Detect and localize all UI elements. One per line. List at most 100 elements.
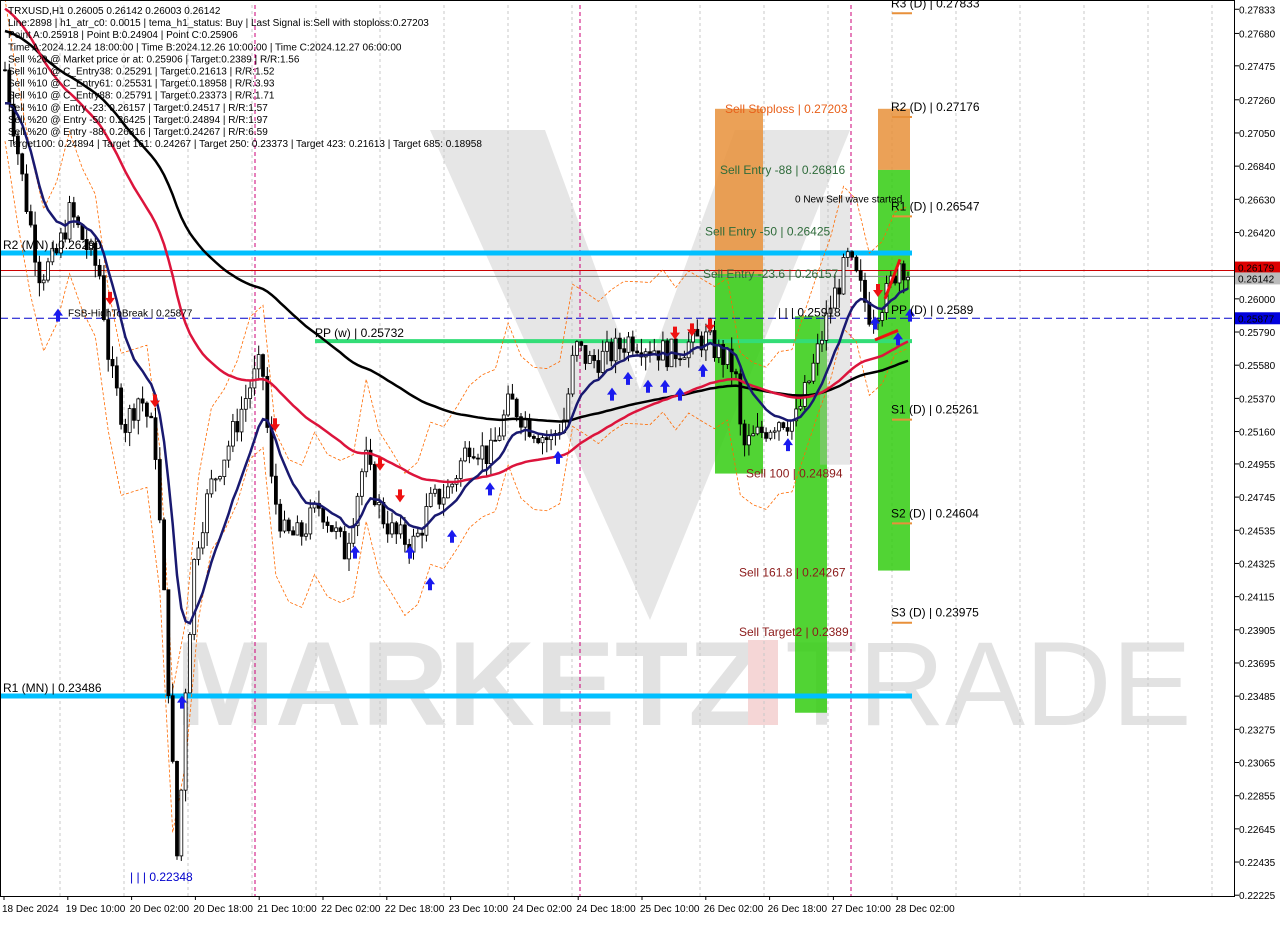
candle-body xyxy=(841,257,846,295)
x-tick-label: 22 Dec 02:00 xyxy=(321,904,381,915)
candle-body xyxy=(28,211,33,226)
candle-body xyxy=(751,433,756,437)
candle-body xyxy=(415,532,420,537)
header-line: Sell %20 @ Entry -50: 0.26425 | Target:0… xyxy=(8,115,268,126)
candle-body xyxy=(682,357,687,360)
y-tick-label: 0.23275 xyxy=(1239,725,1276,736)
level-label: R3 (D) | 0.27833 xyxy=(891,0,980,10)
candle-body xyxy=(196,547,201,560)
candle-body xyxy=(678,358,682,361)
candle-body xyxy=(463,447,468,462)
candle-body xyxy=(820,339,824,345)
candle-body xyxy=(213,478,218,481)
level-label: PP (D) | 0.2589 xyxy=(891,303,974,317)
candle-body xyxy=(402,524,407,545)
candle-body xyxy=(467,447,472,458)
y-tick-label: 0.24955 xyxy=(1239,460,1276,471)
candle-body xyxy=(304,533,308,537)
header-line: Sell %10 @ C_Entry88: 0.25791 | Target:0… xyxy=(8,91,275,102)
candle-body xyxy=(630,336,635,352)
candle-body xyxy=(764,432,768,439)
candle-body xyxy=(583,345,588,364)
sell-level-label: Sell Entry -23.6 | 0.26157 xyxy=(703,267,839,281)
candle-body xyxy=(256,354,261,370)
y-tick-label: 0.24115 xyxy=(1239,593,1275,604)
level-label: FSB-HighToBreak | 0.25877 xyxy=(68,308,193,319)
candle-body xyxy=(514,398,519,418)
level-label: R2 (MN) | 0.26290 xyxy=(3,238,102,252)
candle-body xyxy=(798,405,803,410)
candle-body xyxy=(248,387,253,399)
candle-body xyxy=(192,559,197,635)
candle-body xyxy=(200,532,205,549)
candle-body xyxy=(725,348,730,365)
header-line: Target100: 0.24894 | Target 161: 0.24267… xyxy=(8,139,482,150)
candle-body xyxy=(686,341,691,359)
y-tick-label: 0.23905 xyxy=(1239,626,1276,637)
candle-body xyxy=(114,365,119,389)
header-line: Sell %20 @ Entry -88: 0.26816 | Target:0… xyxy=(8,127,268,138)
candle-body xyxy=(527,418,532,437)
x-tick-label: 22 Dec 18:00 xyxy=(385,904,445,915)
candle-body xyxy=(850,251,854,258)
candle-body xyxy=(162,519,167,591)
sell-level-label: Sell Stoploss | 0.27203 xyxy=(725,102,848,116)
candle-body xyxy=(187,634,192,694)
y-tick-label: 0.27680 xyxy=(1239,29,1276,40)
candle-body xyxy=(325,521,330,526)
y-tick-label: 0.24745 xyxy=(1239,493,1276,504)
candle-body xyxy=(235,421,240,433)
candle-body xyxy=(540,437,545,444)
candle-body xyxy=(635,350,639,354)
candle-body xyxy=(906,276,910,281)
candle-body xyxy=(175,760,179,857)
candle-body xyxy=(420,532,425,536)
candle-body xyxy=(510,393,515,400)
candle-body xyxy=(445,486,450,499)
candle-body xyxy=(777,422,781,432)
candle-body xyxy=(811,362,816,382)
candle-body xyxy=(282,519,287,532)
candle-body xyxy=(618,337,622,350)
candle-body xyxy=(347,542,351,560)
candle-body xyxy=(291,530,296,536)
candle-body xyxy=(450,483,455,488)
sell-level-label: Sell 100 | 0.24894 xyxy=(746,467,843,481)
candle-body xyxy=(342,531,347,560)
y-tick-label: 0.26630 xyxy=(1239,195,1276,206)
low-annotation: | | | 0.22348 xyxy=(130,870,193,884)
candle-body xyxy=(755,426,760,435)
candle-body xyxy=(648,351,652,355)
candle-body xyxy=(506,393,511,416)
y-tick-label: 0.24325 xyxy=(1239,559,1276,570)
candle-body xyxy=(394,522,399,535)
candle-body xyxy=(209,478,214,495)
candle-body xyxy=(153,417,158,460)
candle-body xyxy=(807,380,811,383)
y-tick-label: 0.22855 xyxy=(1239,792,1276,803)
candle-body xyxy=(747,435,751,446)
y-tick-label: 0.25790 xyxy=(1239,328,1276,339)
x-tick-label: 28 Dec 02:00 xyxy=(895,904,955,915)
candle-body xyxy=(329,525,334,532)
level-label: S2 (D) | 0.24604 xyxy=(891,506,979,520)
candle-body xyxy=(575,341,579,356)
candle-body xyxy=(183,692,188,791)
candle-body xyxy=(166,589,171,697)
candle-body xyxy=(97,264,102,277)
candle-body xyxy=(273,475,278,505)
candle-body xyxy=(673,338,678,360)
candle-body xyxy=(596,360,601,373)
x-tick-label: 24 Dec 02:00 xyxy=(512,904,572,915)
y-tick-label: 0.26420 xyxy=(1239,228,1276,239)
candle-body xyxy=(222,459,227,477)
candle-body xyxy=(20,153,25,175)
candle-body xyxy=(428,492,433,507)
candle-body xyxy=(252,368,257,389)
x-tick-label: 23 Dec 10:00 xyxy=(449,904,509,915)
price-chart[interactable]: MARKETZ TRADE R3 (D) | 0.27833R2 (D) | 0… xyxy=(0,0,1280,920)
candle-body xyxy=(37,261,42,284)
candle-body xyxy=(476,457,480,460)
candle-body xyxy=(501,414,506,437)
candle-body xyxy=(170,695,175,762)
